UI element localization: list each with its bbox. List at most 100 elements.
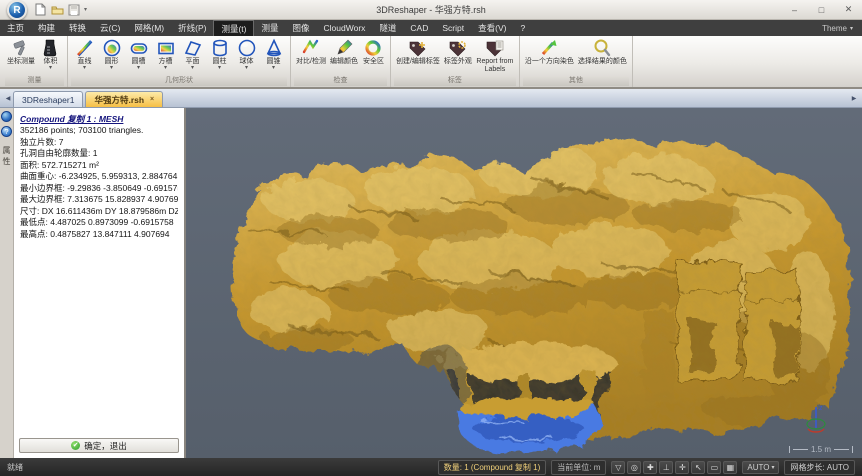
report-from-labels-button[interactable]: Report from Labels xyxy=(474,37,516,75)
coordinate-measure-button[interactable]: 坐标测量 xyxy=(5,37,37,67)
quick-access-dropdown-icon[interactable]: ▾ xyxy=(84,6,87,13)
tab-transform[interactable]: 转换 xyxy=(62,20,93,36)
report-from-labels-icon xyxy=(484,38,506,58)
tab-home[interactable]: 主页 xyxy=(0,20,31,36)
button-label: Report from Labels xyxy=(476,58,514,74)
dropdown-icon[interactable]: ▾ xyxy=(272,66,275,71)
tab-help[interactable]: ? xyxy=(513,20,532,36)
doc-tabs-scroll-left-icon[interactable]: ◀ xyxy=(3,95,13,107)
tab-measure-active[interactable]: 测量(t) xyxy=(213,20,254,36)
help-icon[interactable]: ? xyxy=(1,126,12,137)
doc-tab-3dreshaper1[interactable]: 3DReshaper1 xyxy=(13,91,83,107)
cursor-icon[interactable]: ↖ xyxy=(691,461,705,474)
new-document-icon[interactable] xyxy=(33,3,47,17)
mesh-3d-model[interactable] xyxy=(186,108,862,458)
home-view-icon[interactable] xyxy=(1,111,12,122)
tab-cloudworx[interactable]: CloudWorx xyxy=(317,20,373,36)
dropdown-icon[interactable]: ▾ xyxy=(218,66,221,71)
panel-line: 352186 points; 703100 triangles. xyxy=(20,125,178,137)
theme-selector[interactable]: Theme ▾ xyxy=(822,24,862,33)
round-slot-button[interactable]: 圆槽 ▾ xyxy=(125,37,152,72)
dropdown-icon[interactable]: ▾ xyxy=(83,66,86,71)
safe-zone-button[interactable]: 安全区 xyxy=(360,37,387,67)
compare-inspect-icon xyxy=(301,38,321,58)
3d-viewport[interactable]: z 1.5 m xyxy=(186,108,862,458)
dropdown-icon[interactable]: ▾ xyxy=(49,66,52,71)
cylinder-button[interactable]: 圆柱 ▾ xyxy=(206,37,233,72)
filter-icon[interactable]: ▽ xyxy=(611,461,625,474)
create-edit-label-button[interactable]: 创建/编辑标签 xyxy=(394,37,442,67)
cone-button[interactable]: 圆锥 ▾ xyxy=(260,37,287,72)
tab-view[interactable]: 查看(V) xyxy=(471,20,513,36)
dropdown-icon[interactable]: ▾ xyxy=(164,66,167,71)
minimize-button[interactable]: – xyxy=(781,1,808,19)
plane-icon xyxy=(183,38,203,58)
scale-bar: 1.5 m xyxy=(789,445,853,454)
app-logo-icon[interactable]: R xyxy=(7,0,27,20)
grid-icon[interactable]: ▦ xyxy=(723,461,737,474)
properties-tab-vertical[interactable]: 属性 xyxy=(1,146,12,168)
orient-view-icon[interactable]: ⊥ xyxy=(659,461,673,474)
axis-triad: z xyxy=(802,400,832,436)
label-appearance-button[interactable]: 标签外观 xyxy=(442,37,474,67)
safe-zone-icon xyxy=(363,38,383,58)
doc-tab-label: 3DReshaper1 xyxy=(22,95,74,105)
save-icon[interactable] xyxy=(67,3,81,17)
tab-polyline[interactable]: 折线(P) xyxy=(171,20,213,36)
coordinate-measure-icon xyxy=(11,38,31,58)
dropdown-icon: ▾ xyxy=(771,464,774,471)
zoom-target-icon[interactable]: ◎ xyxy=(627,461,641,474)
confirm-exit-button[interactable]: ✔ 确定，退出 xyxy=(19,438,179,453)
square-slot-button[interactable]: 方槽 ▾ xyxy=(152,37,179,72)
circle-button[interactable]: 圆形 ▾ xyxy=(98,37,125,72)
compare-inspect-button[interactable]: 对比/检测 xyxy=(294,37,328,67)
color-along-direction-icon xyxy=(539,38,559,58)
selection-rect-icon[interactable]: ▭ xyxy=(707,461,721,474)
dropdown-icon[interactable]: ▾ xyxy=(191,66,194,71)
pan-icon[interactable]: ✚ xyxy=(643,461,657,474)
tab-cloud[interactable]: 云(C) xyxy=(93,20,127,36)
tab-tunnel[interactable]: 隧道 xyxy=(372,20,403,36)
button-label: 沿一个方向染色 xyxy=(525,58,574,66)
panel-line: 独立片数: 7 xyxy=(20,137,178,149)
quick-access-toolbar: ▾ xyxy=(33,3,87,17)
dropdown-icon[interactable]: ▾ xyxy=(137,66,140,71)
dropdown-icon[interactable]: ▾ xyxy=(110,66,113,71)
tab-cad[interactable]: CAD xyxy=(403,20,435,36)
color-along-direction-button[interactable]: 沿一个方向染色 xyxy=(523,37,576,67)
close-button[interactable]: ✕ xyxy=(835,1,862,19)
selection-info: 数量: 1 (Compound 复制 1) xyxy=(438,460,546,475)
edit-colors-button[interactable]: 编辑颜色 xyxy=(328,37,360,67)
scale-tick xyxy=(789,446,790,453)
open-folder-icon[interactable] xyxy=(50,3,64,17)
tab-probing[interactable]: 测量 xyxy=(254,20,285,36)
sphere-button[interactable]: 球体 ▾ xyxy=(233,37,260,72)
status-ready: 就绪 xyxy=(7,462,23,473)
button-label: 标签外观 xyxy=(444,58,472,66)
dropdown-icon[interactable]: ▾ xyxy=(245,66,248,71)
title-bar: R ▾ 3DReshaper - 华强方特.rsh – □ ✕ xyxy=(0,0,862,20)
current-unit[interactable]: 当前单位: m xyxy=(551,460,606,475)
auto-mode-dropdown[interactable]: AUTO ▾ xyxy=(742,461,779,474)
volume-button[interactable]: 体积 ▾ xyxy=(37,37,64,72)
scale-line xyxy=(834,449,849,450)
maximize-button[interactable]: □ xyxy=(808,1,835,19)
rotate-center-icon[interactable]: ✛ xyxy=(675,461,689,474)
plane-button[interactable]: 平面 ▾ xyxy=(179,37,206,72)
line-button[interactable]: 直线 ▾ xyxy=(71,37,98,72)
round-slot-icon xyxy=(129,38,149,58)
button-label: 安全区 xyxy=(363,58,384,66)
square-slot-icon xyxy=(156,38,176,58)
doc-tabs-scroll-right-icon[interactable]: ▶ xyxy=(849,95,859,107)
panel-line: 孔洞自由轮廓数量: 1 xyxy=(20,148,178,160)
ribbon-tab-bar: 主页 构建 转换 云(C) 网格(M) 折线(P) 测量(t) 测量 图像 Cl… xyxy=(0,20,862,36)
tab-mesh[interactable]: 网格(M) xyxy=(127,20,171,36)
doc-tab-close-icon[interactable]: × xyxy=(150,96,154,103)
result-color-button[interactable]: 选择结果的颜色 xyxy=(576,37,629,67)
tab-image[interactable]: 图像 xyxy=(286,20,317,36)
tab-script[interactable]: Script xyxy=(435,20,471,36)
line-icon xyxy=(75,38,95,58)
theme-label: Theme xyxy=(822,24,847,33)
doc-tab-active-file[interactable]: 华强方特.rsh × xyxy=(85,91,163,107)
tab-construct[interactable]: 构建 xyxy=(31,20,62,36)
